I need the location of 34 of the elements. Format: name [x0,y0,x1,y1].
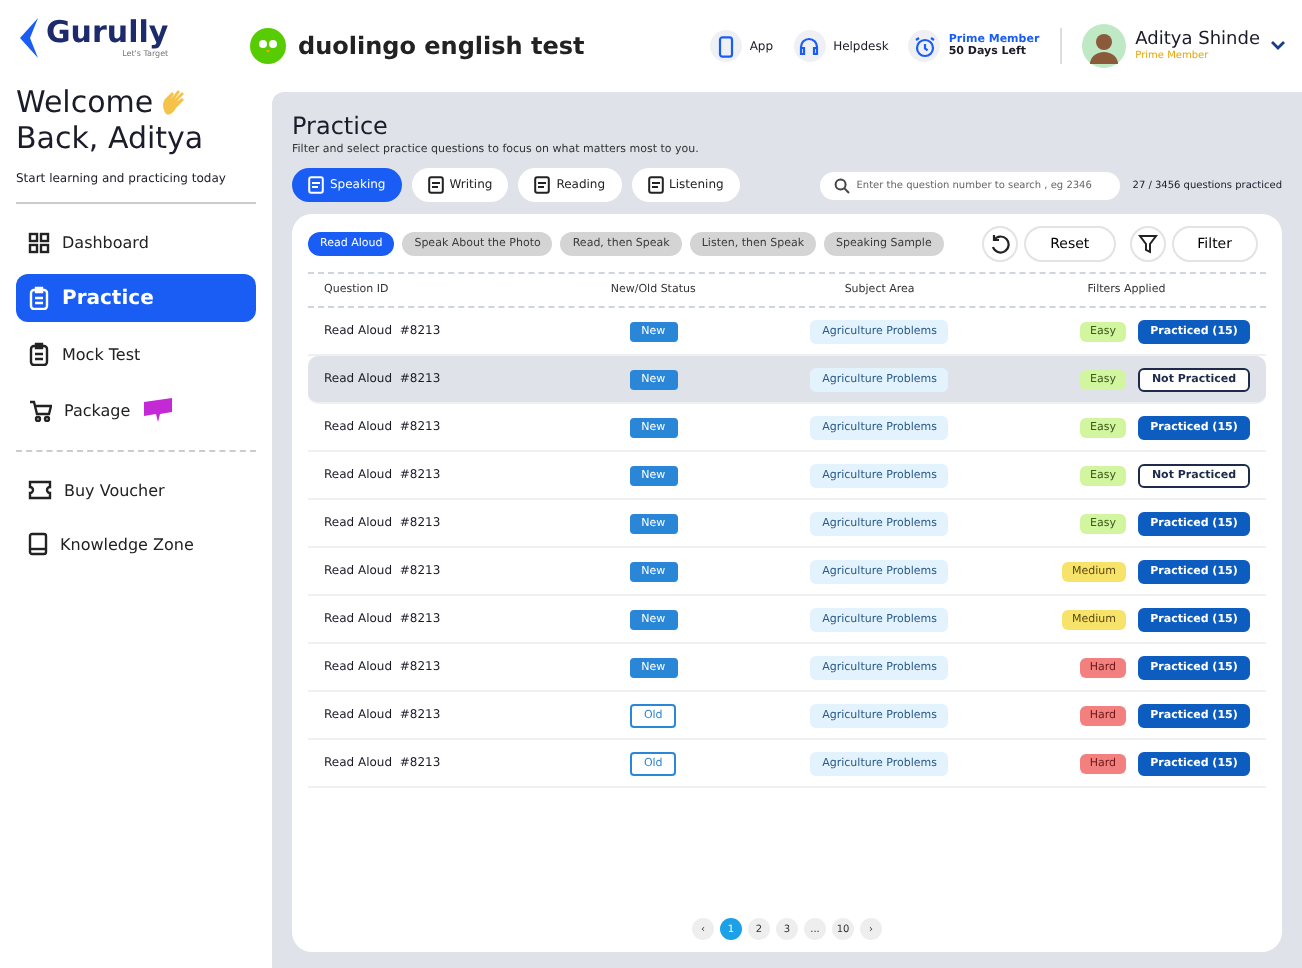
grid-icon [28,232,50,254]
test-logo: duolingo english test [298,32,585,60]
owl-logo-icon [248,26,288,66]
headset-icon [798,35,821,57]
cart-icon [28,399,52,421]
document-icon [427,176,444,194]
reset-icon-button[interactable] [982,226,1019,262]
clipboard-icon [28,286,50,310]
alarm-clock-icon [913,35,936,57]
page-title: Practice [292,112,390,140]
sidebar-item[interactable]: Practice [16,274,256,322]
document-icon [534,176,551,194]
clipboard-icon [28,342,50,366]
filter-icon [1137,234,1158,254]
document-icon [647,176,664,194]
book-icon [28,532,48,556]
user-name: Aditya Shinde [1135,30,1260,50]
chevron-down-icon[interactable] [1270,40,1286,52]
sidebar-item[interactable]: Buy Voucher [16,468,256,512]
filter-icon-button[interactable] [1129,226,1166,262]
sidebar-item[interactable]: Dashboard [16,220,256,266]
phone-icon [717,35,734,57]
sidebar-item[interactable]: Mock Test [16,330,256,378]
chevron-logo-icon [16,16,40,60]
waving-hand-icon [157,86,190,118]
brand-logo: Gurully [46,18,169,48]
sidebar-item[interactable]: Knowledge Zone [16,520,256,568]
sidebar-item[interactable]: Package [16,386,256,434]
reset-icon [990,234,1011,254]
ticket-icon [28,480,52,500]
document-icon [308,176,324,194]
avatar-icon [1081,24,1126,68]
welcome-title: Welcome [16,84,154,120]
welcome-name: Back, Aditya [16,120,206,156]
